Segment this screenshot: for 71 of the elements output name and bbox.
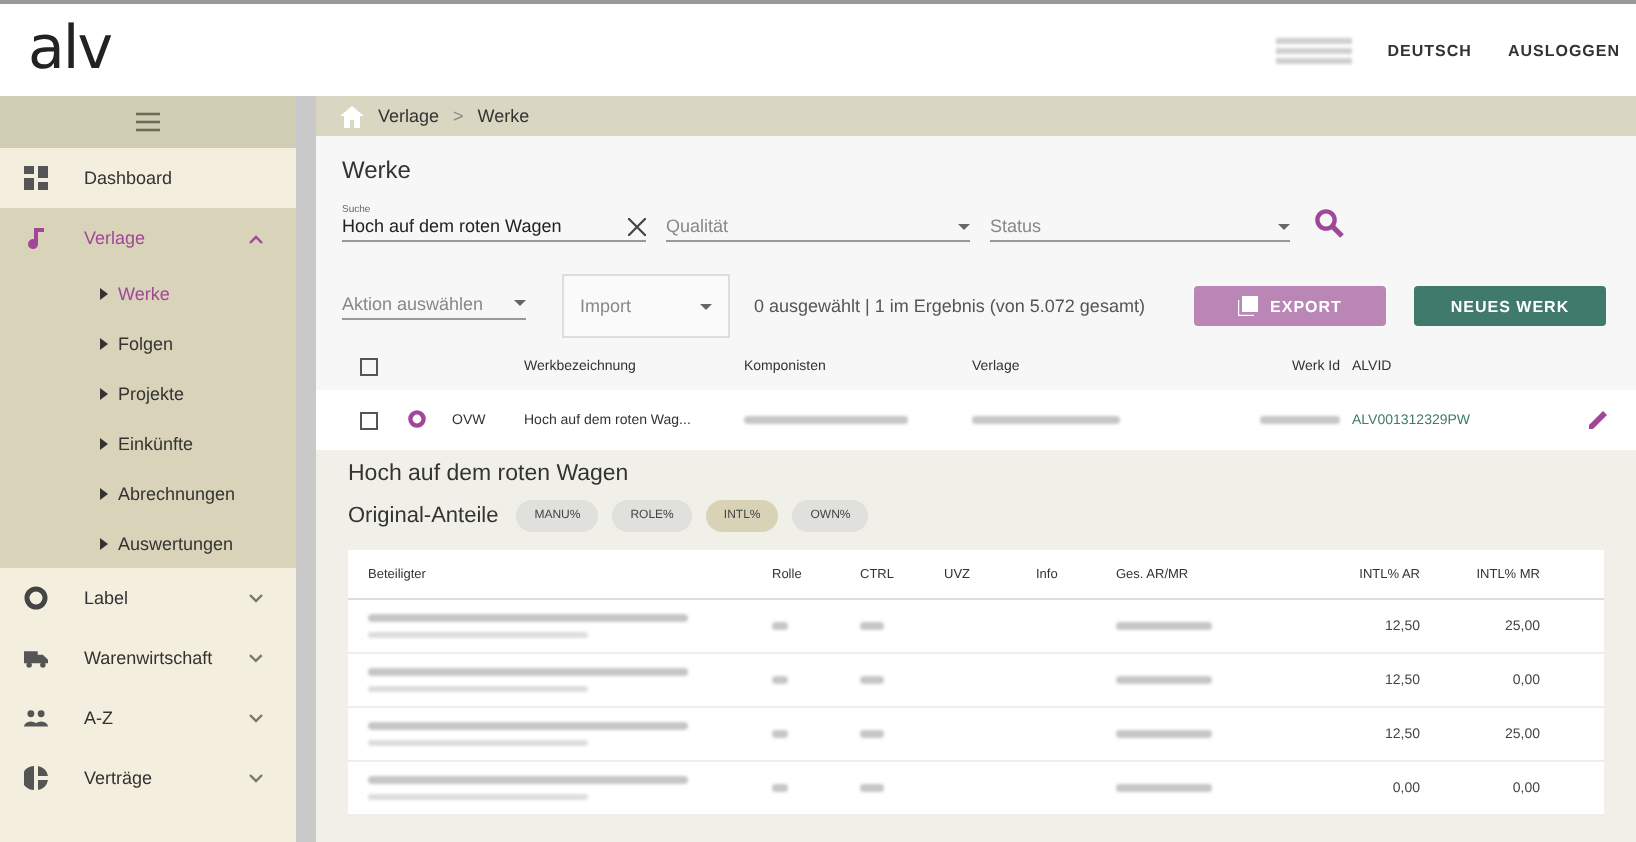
sidebar-item[interactable]: Label [0,568,296,628]
sidebar-item[interactable]: A-Z [0,688,296,748]
bullet-icon [100,287,108,299]
result-summary: 0 ausgewählt | 1 im Ergebnis (von 5.072 gesamt) [754,296,1147,316]
blurred-text [860,729,884,737]
breadcrumb-link[interactable]: Werke [477,106,530,126]
truck-icon [24,647,48,669]
blurred-text [1116,729,1212,737]
clear-icon[interactable] [628,217,646,235]
bullet-icon [100,387,108,399]
search-field[interactable]: Hoch auf dem roten Wagen [342,216,616,236]
disc-icon [24,586,48,610]
blurred-user-info [1275,34,1352,66]
blurred-text [860,675,884,683]
sidebar-item[interactable]: Dashboard [0,148,296,208]
blurred-text [1116,783,1212,791]
chevron-up-icon [248,233,264,243]
chevron-down-icon [248,713,264,723]
dashboard-icon [24,166,48,190]
blurred-text [1116,621,1212,629]
chevron-down-icon [248,653,264,663]
sidebar-item[interactable]: Warenwirtschaft [0,628,296,688]
blurred-text [772,729,788,737]
sidebar-subitem[interactable]: Projekte [0,368,296,418]
music-note-icon [24,226,48,250]
sidebar-subitem[interactable]: Folgen [0,318,296,368]
bullet-icon [100,487,108,499]
breadcrumb-separator: > [453,106,464,126]
pie-chart-icon [24,766,48,790]
edit-pencil-icon[interactable] [1588,410,1608,430]
sidebar-subitem[interactable]: Werke [0,268,296,318]
people-icon [24,708,48,728]
breadcrumb-link[interactable]: Verlage [378,106,440,126]
detail-title: Hoch auf dem roten Wagen [348,462,631,486]
sidebar-subitem[interactable]: Abrechnungen [0,468,296,518]
scrollbar[interactable] [296,96,316,842]
ring-icon [408,409,426,427]
dropdown-icon [1278,223,1290,229]
sidebar-item[interactable]: Verlage [0,208,296,268]
blurred-text [772,675,788,683]
bullet-icon [100,437,108,449]
menu-icon[interactable] [136,112,160,132]
new-work-button[interactable]: NEUES WERK [1414,286,1606,326]
search-icon[interactable] [1314,208,1344,238]
chevron-down-icon [248,773,264,783]
sidebar-subitem[interactable]: Einkünfte [0,418,296,468]
dropdown-icon [514,300,526,306]
bullet-icon [100,537,108,549]
blurred-text [860,621,884,629]
dropdown-icon [700,303,712,309]
sidebar-item[interactable]: Verträge [0,748,296,808]
chevron-down-icon [248,593,264,603]
dropdown-icon [958,223,970,229]
blurred-text [772,783,788,791]
blurred-text [1260,416,1340,424]
bullet-icon [100,337,108,349]
row-checkbox[interactable] [360,411,378,429]
logout-link[interactable]: AUSLOGGEN [1507,41,1620,59]
blurred-text [860,783,884,791]
language-link[interactable]: DEUTSCH [1387,41,1472,59]
alv-logo: alv [28,20,111,80]
quality-select[interactable]: Qualität [666,216,946,236]
blurred-text [772,621,788,629]
action-select[interactable]: Aktion auswählen [342,293,502,313]
sidebar-subitem[interactable]: Auswertungen [0,518,296,568]
shares-heading: Original-Anteile [348,504,499,528]
blurred-text [1116,675,1212,683]
document-icon [1238,296,1259,316]
page-title: Werke [342,156,413,184]
status-select[interactable]: Status [990,216,1266,236]
select-all-checkbox[interactable] [360,357,378,375]
